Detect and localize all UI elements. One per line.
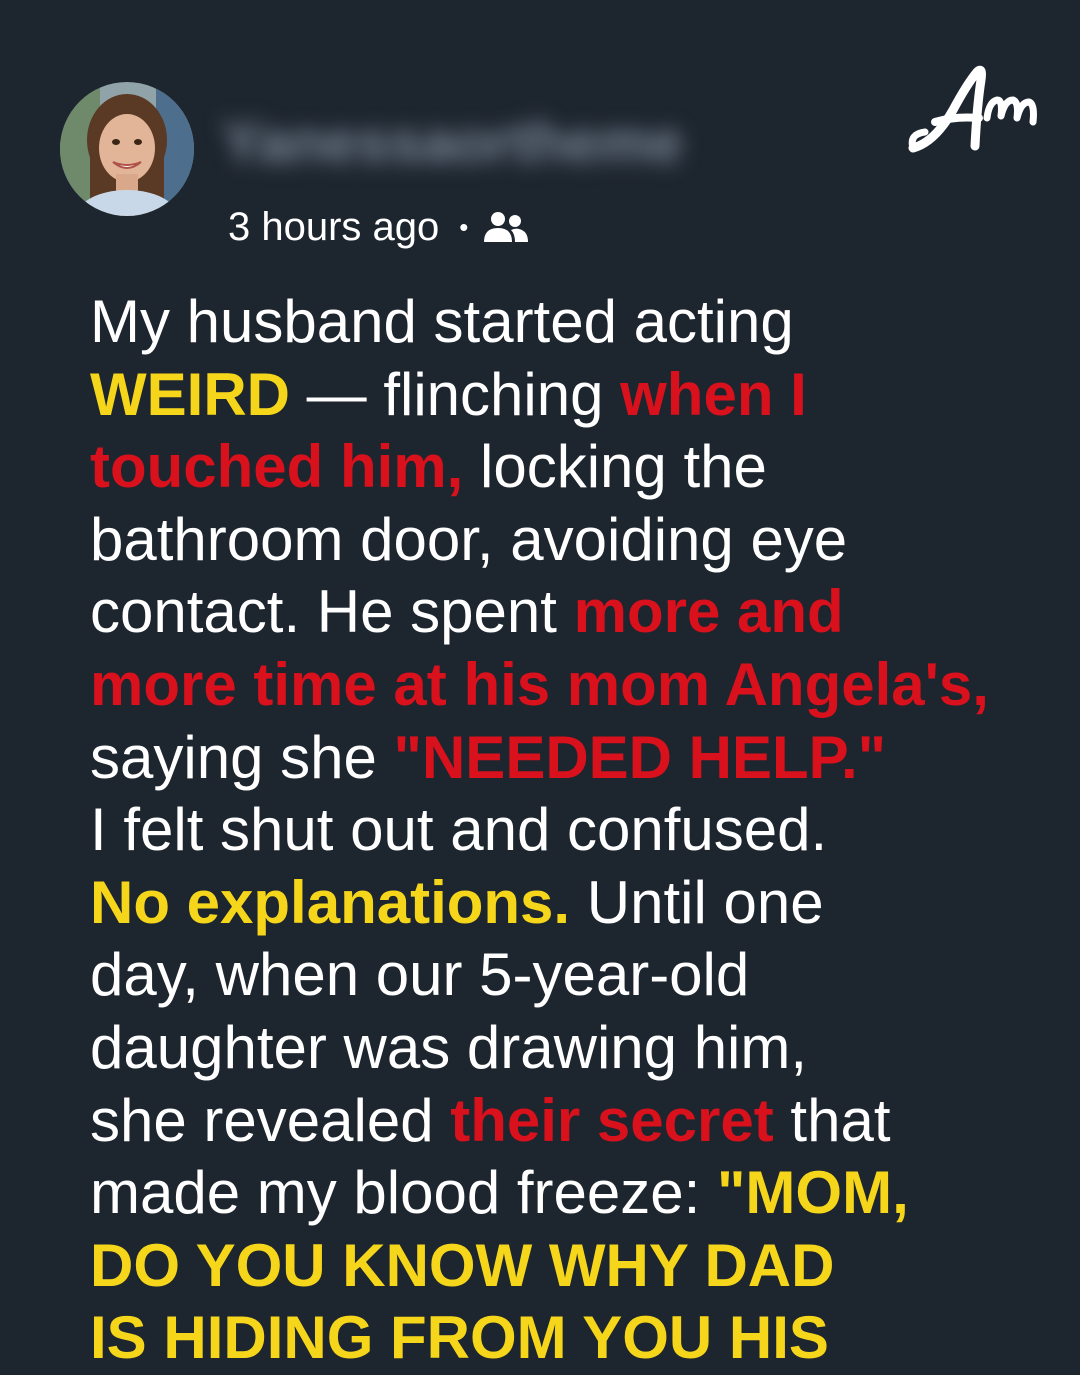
story-line: daughter was drawing him,: [90, 1012, 1075, 1085]
story-text-segment: locking the: [463, 433, 767, 501]
story-text: My husband started acting WEIRD — flinchi…: [90, 286, 1075, 1375]
story-highlight-yellow: No explanations.: [90, 868, 571, 936]
story-text-segment: My husband started acting: [90, 288, 794, 355]
amomama-logo[interactable]: [905, 60, 1045, 160]
story-line: contact. He spent more and: [90, 576, 1075, 649]
story-highlight-yellow: DO YOU KNOW WHY DAD: [90, 1231, 835, 1299]
story-text-segment: day, when our 5-year-old: [90, 941, 750, 1009]
story-highlight-yellow: IS HIDING FROM YOU HIS: [90, 1304, 829, 1372]
meta-separator: •: [459, 211, 469, 242]
story-line: saying she "NEEDED HELP.": [90, 722, 1075, 795]
story-line: more time at his mom Angela's,: [90, 649, 1075, 722]
story-highlight-red: more time at his mom Angela's,: [90, 650, 989, 718]
author-name[interactable]: Yanessaortheme: [222, 112, 683, 174]
post-meta: 3 hours ago •: [228, 203, 529, 251]
story-line: made my blood freeze: "MOM,: [90, 1157, 1075, 1230]
story-text-segment: I felt shut out and confused.: [90, 796, 828, 864]
story-highlight-red: touched him,: [90, 433, 464, 501]
story-text-segment: Until one: [570, 868, 824, 936]
story-line: day, when our 5-year-old: [90, 939, 1075, 1012]
story-text-segment: bathroom door, avoiding eye: [90, 505, 848, 573]
friends-icon[interactable]: [482, 210, 529, 244]
story-highlight-red: their secret: [450, 1086, 774, 1154]
story-line: bathroom door, avoiding eye: [90, 504, 1075, 577]
story-line: WEIRD — flinching when I: [90, 359, 1075, 432]
story-line: My husband started acting: [90, 286, 1075, 359]
story-line: she revealed their secret that: [90, 1085, 1075, 1158]
story-text-segment: — flinching: [289, 360, 621, 428]
story-text-segment: made my blood freeze:: [90, 1159, 717, 1227]
story-line: No explanations. Until one: [90, 867, 1075, 940]
story-line: touched him, locking the: [90, 431, 1075, 504]
story-highlight-red: more and: [573, 578, 844, 646]
story-text-segment: daughter was drawing him,: [90, 1013, 808, 1081]
story-line: DO YOU KNOW WHY DAD: [90, 1230, 1075, 1303]
story-text-segment: contact. He spent: [90, 578, 574, 646]
story-line: I felt shut out and confused.: [90, 794, 1075, 867]
story-highlight-yellow: WEIRD: [90, 360, 290, 428]
story-text-segment: that: [773, 1086, 891, 1154]
story-line: IS HIDING FROM YOU HIS: [90, 1302, 1075, 1375]
story-highlight-yellow: "MOM,: [716, 1159, 909, 1227]
story-highlight-red: "NEEDED HELP.": [393, 723, 887, 791]
post-timestamp[interactable]: 3 hours ago: [228, 205, 439, 250]
story-text-segment: saying she: [90, 723, 394, 791]
story-highlight-red: when I: [620, 360, 807, 428]
avatar[interactable]: [60, 82, 194, 216]
story-text-segment: she revealed: [90, 1086, 451, 1154]
